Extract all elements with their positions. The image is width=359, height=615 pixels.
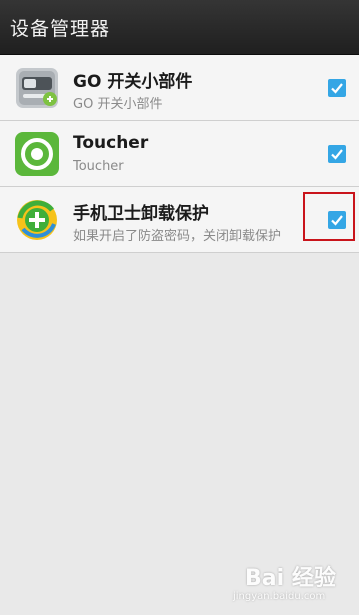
admin-name: 手机卫士卸载保护 — [73, 204, 209, 224]
check-icon — [331, 149, 343, 160]
admin-checkbox[interactable] — [328, 145, 346, 163]
check-icon — [331, 83, 343, 94]
baidu-watermark-url: jingyan.baidu.com — [233, 591, 326, 602]
admin-name: Toucher — [73, 133, 149, 153]
admin-checkbox[interactable] — [328, 79, 346, 97]
admin-description: GO 开关小部件 — [73, 97, 163, 112]
toucher-icon — [15, 132, 59, 176]
list-item-toucher[interactable]: Toucher Toucher — [0, 121, 359, 187]
baidu-watermark: Bai 经验 — [245, 566, 336, 591]
page-title: 设备管理器 — [10, 18, 111, 40]
action-bar: 设备管理器 — [0, 0, 359, 55]
highlight-box — [303, 192, 355, 241]
admin-description: 如果开启了防盗密码，关闭卸载保护 — [73, 229, 282, 244]
360-guard-icon — [17, 200, 57, 240]
admin-name: GO 开关小部件 — [73, 72, 193, 92]
go-switch-widget-icon — [16, 68, 58, 108]
admin-description: Toucher — [73, 159, 124, 174]
list-item-go-switch-widget[interactable]: GO 开关小部件 GO 开关小部件 — [0, 55, 359, 121]
